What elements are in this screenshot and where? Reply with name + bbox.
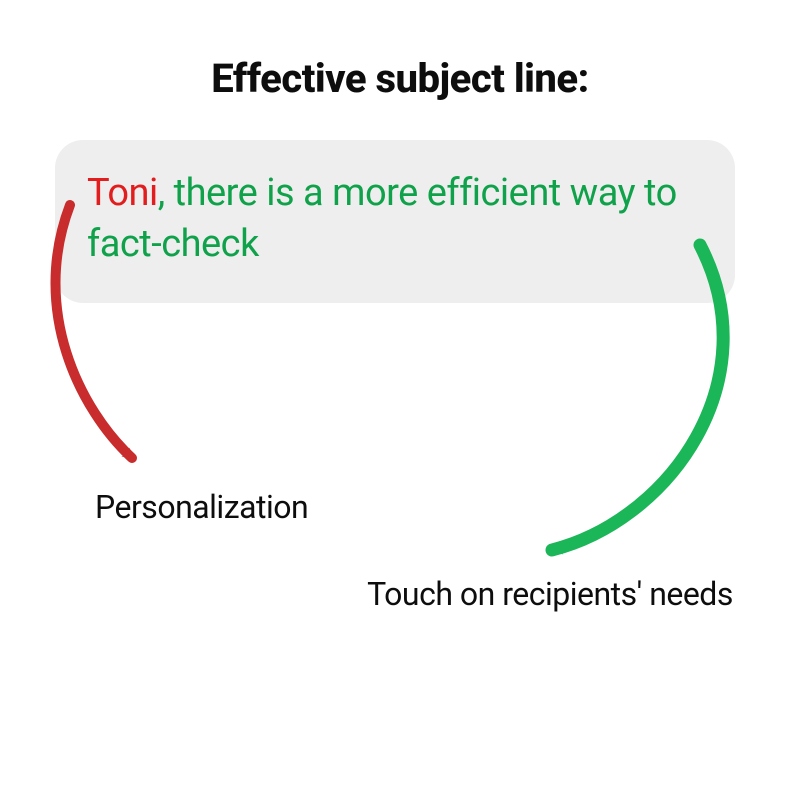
label-needs: Touch on recipients' needs: [365, 574, 735, 614]
diagram-title: Effective subject line:: [0, 55, 800, 102]
label-personalization: Personalization: [95, 488, 375, 526]
arrow-needs-icon: [510, 240, 770, 600]
arrow-personalization-icon: [40, 200, 220, 500]
